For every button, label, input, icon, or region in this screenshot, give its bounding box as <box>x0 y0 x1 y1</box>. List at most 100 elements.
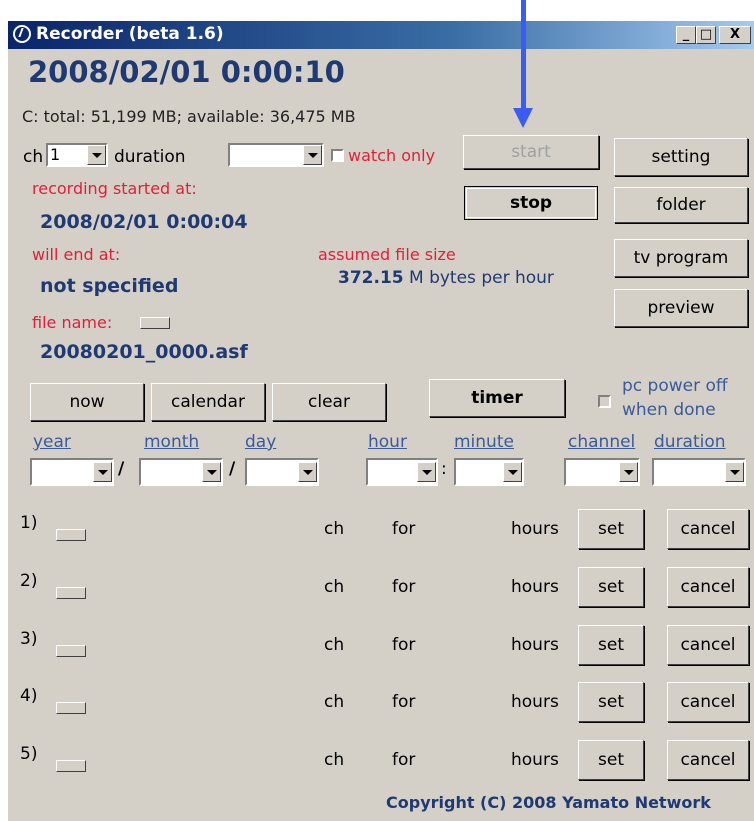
month-label: month <box>144 432 200 452</box>
row-cancel-button-label: cancel <box>680 635 736 655</box>
row-set-button[interactable]: set <box>578 509 644 549</box>
watch-only-checkbox[interactable] <box>331 149 344 162</box>
stop-button-label: stop <box>509 193 553 213</box>
row-cancel-button[interactable]: cancel <box>667 682 749 722</box>
chevron-down-icon[interactable] <box>93 462 112 482</box>
row-number: 3) <box>20 629 38 649</box>
row-for-label: for <box>392 692 416 712</box>
channel-select-timer[interactable] <box>564 458 640 486</box>
timer-button-label: timer <box>471 388 523 408</box>
close-button[interactable]: X <box>719 26 751 44</box>
pc-power-off-checkbox[interactable] <box>598 395 611 408</box>
row-hours-label: hours <box>511 692 559 712</box>
row-cancel-button[interactable]: cancel <box>667 740 749 780</box>
current-time: 2008/02/01 0:00:10 <box>28 55 345 89</box>
chevron-down-icon[interactable] <box>503 462 522 482</box>
minute-select[interactable] <box>454 458 524 486</box>
setting-button-label: setting <box>651 147 711 167</box>
chevron-down-icon[interactable] <box>202 462 221 482</box>
chevron-down-icon[interactable] <box>725 462 744 482</box>
chevron-down-icon[interactable] <box>303 145 322 165</box>
will-end-value: not specified <box>40 275 179 297</box>
row-hours-label: hours <box>511 519 559 539</box>
row-set-button-label: set <box>598 635 624 655</box>
clear-button[interactable]: clear <box>272 383 386 421</box>
row-hours-label: hours <box>511 635 559 655</box>
duration-label: duration <box>114 147 186 167</box>
row-cancel-button[interactable]: cancel <box>667 509 749 549</box>
row-set-button-label: set <box>598 577 624 597</box>
row-edit-button[interactable] <box>56 587 86 599</box>
row-for-label: for <box>392 750 416 770</box>
row-set-button[interactable]: set <box>578 625 644 665</box>
chevron-down-icon[interactable] <box>619 462 638 482</box>
chevron-down-icon[interactable] <box>417 462 436 482</box>
start-button[interactable]: start <box>463 135 599 169</box>
will-end-label: will end at: <box>32 245 121 264</box>
channel-select[interactable]: 1 <box>46 143 108 167</box>
channel-label: ch <box>23 147 44 167</box>
row-set-button[interactable]: set <box>578 682 644 722</box>
time-separator: : <box>441 459 447 479</box>
row-for-label: for <box>392 519 416 539</box>
row-edit-button[interactable] <box>56 760 86 772</box>
date-separator: / <box>118 459 125 479</box>
hour-label: hour <box>368 432 407 452</box>
day-select[interactable] <box>245 458 319 486</box>
maximize-button[interactable]: □ <box>696 26 716 44</box>
row-edit-button[interactable] <box>56 645 86 657</box>
start-button-label: start <box>511 142 551 162</box>
row-set-button-label: set <box>598 692 624 712</box>
row-set-button[interactable]: set <box>578 567 644 607</box>
preview-button[interactable]: preview <box>614 289 748 327</box>
row-cancel-button[interactable]: cancel <box>667 625 749 665</box>
duration-select[interactable] <box>228 143 324 167</box>
row-channel-label: ch <box>324 692 345 712</box>
calendar-button[interactable]: calendar <box>151 383 265 421</box>
day-label: day <box>245 432 277 452</box>
minute-label: minute <box>454 432 514 452</box>
row-cancel-button-label: cancel <box>680 692 736 712</box>
row-edit-button[interactable] <box>56 702 86 714</box>
pc-power-off-line1: pc power off <box>622 376 728 396</box>
timer-button[interactable]: timer <box>429 379 565 417</box>
chevron-down-icon[interactable] <box>87 145 106 165</box>
row-edit-button[interactable] <box>56 529 86 541</box>
tv-program-button[interactable]: tv program <box>614 239 748 277</box>
now-button[interactable]: now <box>30 383 144 421</box>
setting-button[interactable]: setting <box>614 138 748 176</box>
assumed-file-size-value: 372.15 <box>338 268 404 288</box>
row-channel-label: ch <box>324 577 345 597</box>
row-channel-label: ch <box>324 750 345 770</box>
row-number: 2) <box>20 571 38 591</box>
year-label: year <box>33 432 71 452</box>
minimize-button[interactable]: _ <box>676 26 696 44</box>
title-bar[interactable]: Recorder (beta 1.6) _ □ X <box>8 21 754 49</box>
file-name-value: 20080201_0000.asf <box>40 341 248 363</box>
duration-select-timer[interactable] <box>652 458 746 486</box>
assumed-file-size-label: assumed file size <box>318 245 456 264</box>
row-cancel-button-label: cancel <box>680 577 736 597</box>
row-set-button[interactable]: set <box>578 740 644 780</box>
row-cancel-button[interactable]: cancel <box>667 567 749 607</box>
now-button-label: now <box>69 392 105 412</box>
row-number: 1) <box>20 513 38 533</box>
stop-button[interactable]: stop <box>464 186 598 220</box>
row-set-button-label: set <box>598 519 624 539</box>
window-title: Recorder (beta 1.6) <box>36 24 224 44</box>
duration-label-timer: duration <box>654 432 726 452</box>
folder-button[interactable]: folder <box>614 187 748 223</box>
watch-only-label: watch only <box>348 146 436 165</box>
row-cancel-button-label: cancel <box>680 750 736 770</box>
folder-button-label: folder <box>656 195 706 215</box>
assumed-file-size: 372.15 M bytes per hour <box>338 268 554 288</box>
chevron-down-icon[interactable] <box>298 462 317 482</box>
file-name-button[interactable] <box>140 317 170 329</box>
pc-power-off-line2: when done <box>622 400 716 420</box>
file-name-label: file name: <box>32 313 113 332</box>
calendar-button-label: calendar <box>171 392 245 412</box>
month-select[interactable] <box>139 458 223 486</box>
hour-select[interactable] <box>366 458 438 486</box>
row-channel-label: ch <box>324 519 345 539</box>
year-select[interactable] <box>30 458 114 486</box>
